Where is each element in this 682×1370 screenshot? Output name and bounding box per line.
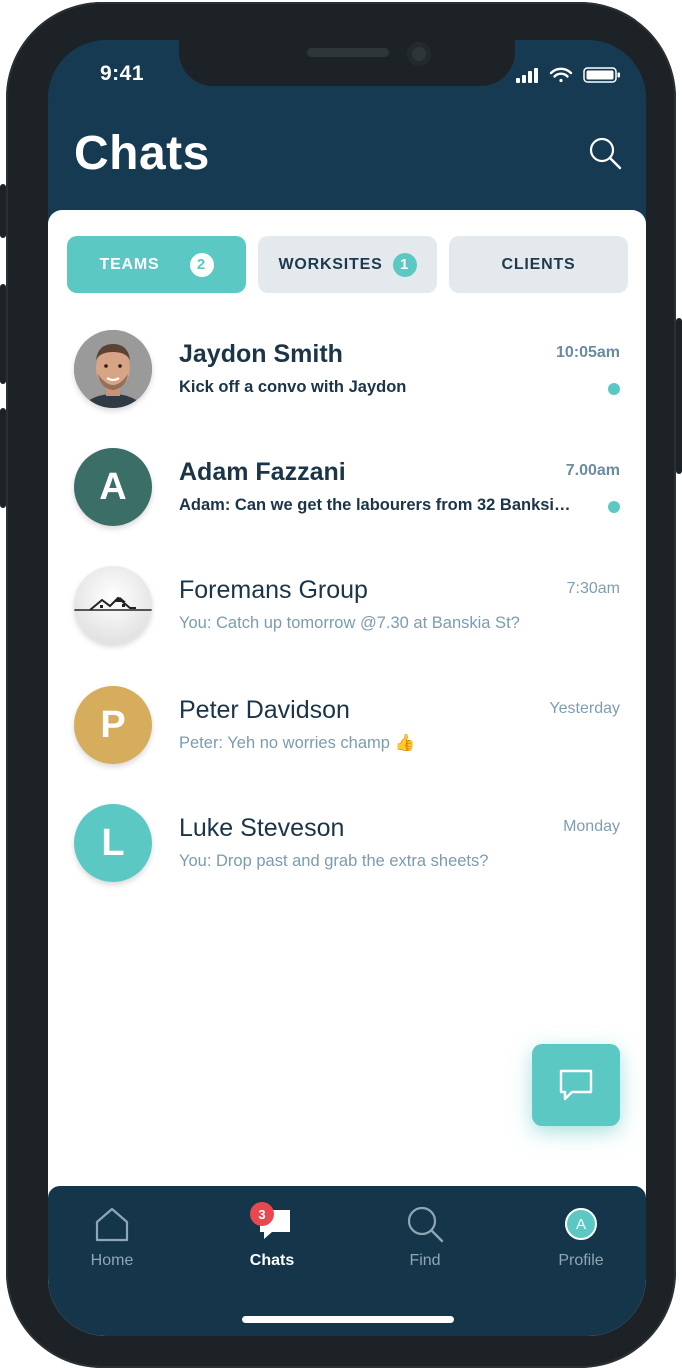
search-icon: [407, 1206, 444, 1243]
tab-clients[interactable]: CLIENTS: [449, 236, 628, 293]
profile-avatar-letter: A: [565, 1208, 597, 1240]
tab-badge: 2: [189, 252, 214, 277]
tab-bar: TEAMS 2 WORKSITES 1 CLIENTS: [67, 236, 628, 293]
nav-find[interactable]: Find: [370, 1204, 480, 1284]
nav-label: Find: [409, 1252, 441, 1269]
chat-name: Foremans Group: [179, 576, 368, 604]
chat-preview: Peter: Yeh no worries champ 👍: [179, 734, 416, 752]
chat-time: 7:30am: [566, 580, 620, 597]
chat-name: Jaydon Smith: [179, 340, 343, 368]
home-indicator: [242, 1316, 454, 1323]
new-chat-button[interactable]: [532, 1044, 620, 1126]
tab-label: TEAMS: [99, 255, 160, 273]
chat-row-jaydon-smith[interactable]: Jaydon Smith 10:05am Kick off a convo wi…: [48, 328, 646, 428]
notification-badge: 3: [250, 1202, 274, 1226]
mute-switch: [0, 184, 6, 238]
home-icon: [95, 1207, 129, 1242]
chat-row-adam-fazzani[interactable]: A Adam Fazzani 7.00am Adam: Can we get t…: [48, 446, 646, 546]
power-button: [676, 318, 682, 474]
avatar: P: [74, 686, 152, 764]
avatar-letter: A: [99, 465, 127, 508]
nav-label: Chats: [249, 1252, 295, 1269]
phone-frame: 9:41 Chats TEAMS 2 WORKSITES 1 CLIENTS J…: [0, 2, 682, 1368]
avatar-letter: P: [100, 703, 126, 746]
chat-time: 7.00am: [565, 462, 620, 479]
volume-up-button: [0, 284, 6, 384]
avatar: L: [74, 804, 152, 882]
avatar: A: [74, 448, 152, 526]
content-sheet: TEAMS 2 WORKSITES 1 CLIENTS Jaydon Smith…: [48, 210, 646, 1336]
unread-dot: [608, 501, 620, 513]
tab-teams[interactable]: TEAMS 2: [67, 236, 246, 293]
bottom-nav: Home 3 Chats Find A Profile: [48, 1186, 646, 1336]
avatar: [74, 330, 152, 408]
chat-row-luke-steveson[interactable]: L Luke Steveson Monday You: Drop past an…: [48, 802, 646, 902]
status-icons: [516, 67, 620, 83]
nav-label: Home: [90, 1252, 134, 1269]
chat-time: Yesterday: [549, 700, 620, 717]
page-title: Chats: [74, 127, 210, 180]
search-icon[interactable]: [588, 136, 622, 170]
chat-time: 10:05am: [555, 344, 620, 361]
volume-down-button: [0, 408, 6, 508]
chat-icon-wrap: 3: [250, 1202, 292, 1244]
tab-label: WORKSITES: [278, 255, 383, 273]
chat-preview: You: Drop past and grab the extra sheets…: [179, 852, 489, 870]
chat-row-peter-davidson[interactable]: P Peter Davidson Yesterday Peter: Yeh no…: [48, 684, 646, 784]
avatar: A: [561, 1204, 601, 1244]
chat-time: Monday: [563, 818, 620, 835]
notch: [179, 40, 515, 86]
unread-dot: [608, 383, 620, 395]
chat-bubble-icon: [559, 1069, 593, 1101]
chat-name: Peter Davidson: [179, 696, 350, 724]
battery-icon: [583, 67, 620, 83]
screen: 9:41 Chats TEAMS 2 WORKSITES 1 CLIENTS J…: [48, 40, 646, 1336]
status-time: 9:41: [100, 62, 145, 85]
nav-home[interactable]: Home: [57, 1204, 167, 1284]
signal-icon: [516, 68, 538, 83]
house-logo-icon: [74, 596, 152, 611]
chat-name: Adam Fazzani: [179, 458, 346, 486]
wifi-icon: [549, 67, 573, 83]
avatar-letter: L: [101, 821, 125, 864]
nav-profile[interactable]: A Profile: [526, 1204, 636, 1284]
chat-name: Luke Steveson: [179, 814, 345, 842]
chat-preview: You: Catch up tomorrow @7.30 at Banskia …: [179, 614, 520, 632]
chat-row-foremans-group[interactable]: Foremans Group 7:30am You: Catch up tomo…: [48, 564, 646, 664]
person-photo: [74, 330, 152, 408]
tab-worksites[interactable]: WORKSITES 1: [258, 236, 437, 293]
tab-label: CLIENTS: [501, 255, 576, 273]
chat-preview: Kick off a convo with Jaydon: [179, 378, 407, 396]
nav-label: Profile: [558, 1252, 604, 1269]
avatar: [74, 566, 152, 644]
tab-badge: 1: [392, 252, 417, 277]
chat-preview: Adam: Can we get the labourers from 32 B…: [179, 496, 579, 514]
nav-chats[interactable]: 3 Chats: [217, 1202, 327, 1284]
